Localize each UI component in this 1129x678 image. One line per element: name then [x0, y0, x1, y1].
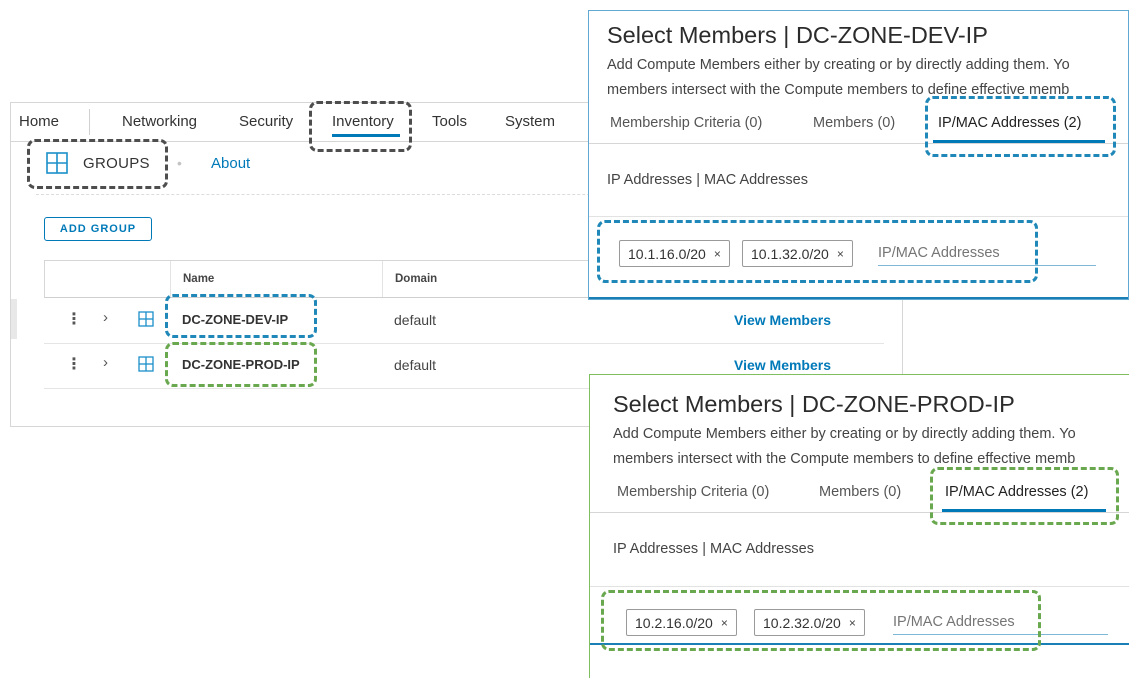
- nav-system[interactable]: System: [505, 113, 555, 130]
- nav-divider: [89, 109, 90, 135]
- panel-description: members intersect with the Compute membe…: [613, 451, 1076, 467]
- ip-mac-section-label: IP Addresses | MAC Addresses: [607, 172, 808, 188]
- add-group-button[interactable]: ADD GROUP: [44, 217, 152, 241]
- tab-membership-criteria[interactable]: Membership Criteria (0): [610, 115, 762, 131]
- column-divider: [382, 261, 383, 297]
- view-members-link[interactable]: View Members: [734, 357, 831, 373]
- input-box-border: [590, 586, 1129, 587]
- tab-members[interactable]: Members (0): [813, 115, 895, 131]
- nav-home[interactable]: Home: [19, 113, 59, 130]
- callout-inventory: [309, 101, 412, 152]
- callout-groups: [27, 139, 168, 189]
- callout-dev-addresses: [597, 220, 1038, 283]
- column-header-name[interactable]: Name: [183, 273, 214, 285]
- input-focus-line: [589, 297, 1128, 299]
- subnav-separator: •: [177, 155, 182, 171]
- panel-title: Select Members | DC-ZONE-DEV-IP: [607, 22, 988, 48]
- group-icon: [138, 356, 154, 372]
- group-domain: default: [394, 357, 437, 373]
- callout-prod-addresses: [601, 590, 1041, 651]
- tab-membership-criteria[interactable]: Membership Criteria (0): [617, 484, 769, 500]
- ip-mac-section-label: IP Addresses | MAC Addresses: [613, 541, 814, 557]
- column-header-domain[interactable]: Domain: [395, 273, 437, 285]
- panel-title: Select Members | DC-ZONE-PROD-IP: [613, 391, 1015, 417]
- nav-networking[interactable]: Networking: [122, 113, 197, 130]
- chevron-right-icon[interactable]: ›: [103, 309, 108, 326]
- panel-description: Add Compute Members either by creating o…: [607, 57, 1070, 73]
- chevron-right-icon[interactable]: ›: [103, 354, 108, 371]
- panel-description: Add Compute Members either by creating o…: [613, 426, 1076, 442]
- view-members-link[interactable]: View Members: [734, 312, 831, 328]
- tab-members[interactable]: Members (0): [819, 484, 901, 500]
- callout-prod-group: [165, 342, 317, 387]
- group-domain: default: [394, 312, 437, 328]
- callout-dev-group: [165, 294, 317, 338]
- row-selection-marker: [11, 299, 17, 339]
- row-actions-icon[interactable]: ⋮: [66, 309, 82, 329]
- nav-tools[interactable]: Tools: [432, 113, 467, 130]
- input-box-border: [589, 216, 1128, 217]
- row-actions-icon[interactable]: ⋮: [66, 354, 82, 374]
- group-icon: [138, 311, 154, 327]
- nav-security[interactable]: Security: [239, 113, 293, 130]
- column-divider: [170, 261, 171, 297]
- callout-prod-tab: [930, 467, 1119, 525]
- about-link[interactable]: About: [211, 155, 250, 172]
- callout-dev-tab: [925, 96, 1116, 157]
